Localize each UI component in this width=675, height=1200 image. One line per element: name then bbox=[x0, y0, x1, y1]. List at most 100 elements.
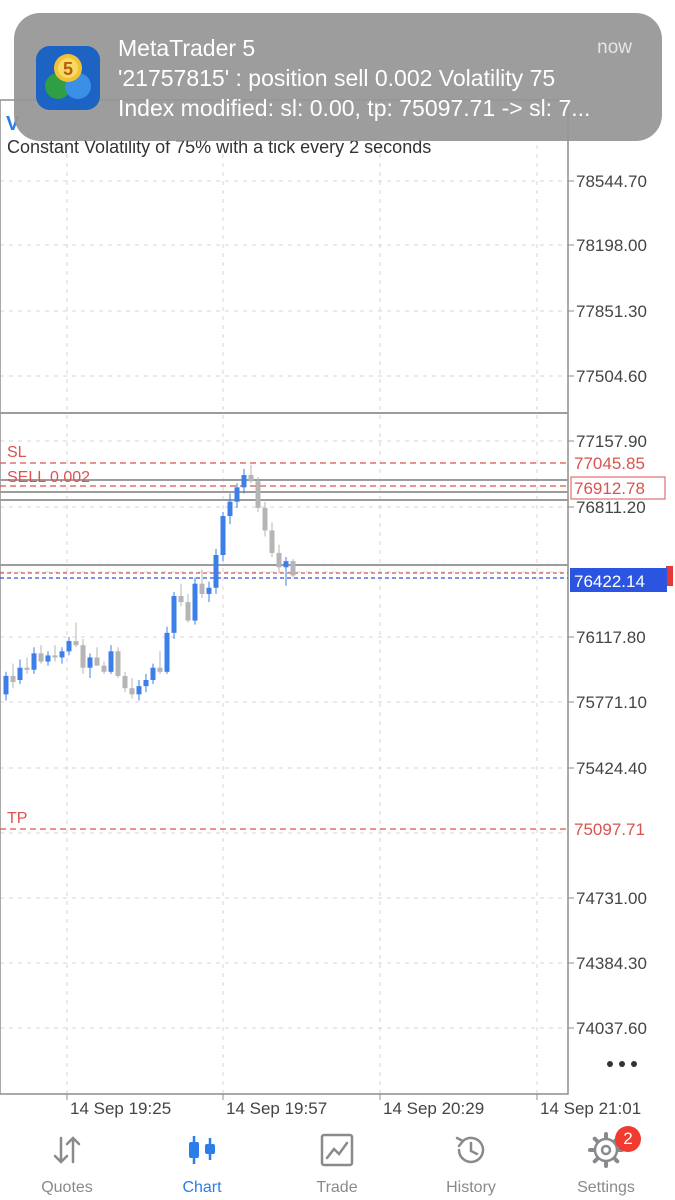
candle bbox=[115, 647, 121, 678]
candle bbox=[290, 559, 296, 578]
time-axis-label: 14 Sep 21:01 bbox=[540, 1099, 641, 1118]
candle bbox=[24, 657, 30, 674]
tp-label: TP bbox=[7, 810, 27, 827]
chart-grid bbox=[0, 100, 568, 1094]
candle bbox=[206, 581, 212, 603]
candle-body bbox=[283, 561, 289, 568]
candle bbox=[283, 557, 289, 586]
price-chart[interactable]: V Constant Volatility of 75% with a tick… bbox=[0, 0, 675, 1124]
candle-body bbox=[290, 561, 296, 576]
candle-body bbox=[52, 655, 58, 658]
candle bbox=[31, 647, 37, 674]
price-axis-label: 75424.40 bbox=[576, 759, 647, 778]
arrows-up-down-icon bbox=[53, 1136, 81, 1164]
candle-body bbox=[31, 653, 37, 670]
tab-settings[interactable]: 2 Settings bbox=[539, 1124, 673, 1200]
notification-title: MetaTrader 5 bbox=[118, 35, 256, 61]
candle-body bbox=[164, 632, 170, 672]
price-axis: 78544.70 78198.00 77851.30 77504.60 77157.90… bbox=[568, 172, 647, 1038]
candle bbox=[3, 671, 9, 701]
sell-label: SELL 0.002 bbox=[7, 469, 90, 486]
candle-body bbox=[150, 667, 156, 681]
candle bbox=[199, 569, 205, 599]
candle-body bbox=[10, 675, 16, 683]
tab-history[interactable]: History bbox=[404, 1124, 538, 1200]
svg-text:5: 5 bbox=[63, 59, 73, 79]
time-axis-label: 14 Sep 19:25 bbox=[70, 1099, 171, 1118]
candle bbox=[213, 548, 219, 594]
price-axis-label: 76811.20 bbox=[576, 498, 646, 517]
candle-body bbox=[248, 475, 254, 482]
candle bbox=[80, 639, 86, 674]
price-axis-label: 76117.80 bbox=[576, 628, 646, 647]
candle-body bbox=[192, 583, 198, 621]
tab-trade[interactable]: Trade bbox=[270, 1124, 404, 1200]
sell-price-tag: 76912.78 bbox=[574, 479, 645, 498]
candle-body bbox=[94, 657, 100, 666]
candle-body bbox=[136, 686, 142, 695]
candle bbox=[192, 577, 198, 625]
tab-chart[interactable]: Chart bbox=[135, 1124, 269, 1200]
candle bbox=[17, 659, 23, 685]
candle bbox=[101, 661, 107, 674]
candle-body bbox=[24, 667, 30, 670]
candle bbox=[164, 626, 170, 674]
candle bbox=[87, 653, 93, 678]
push-notification[interactable]: 5 MetaTrader 5 now '21757815' : position… bbox=[14, 13, 662, 141]
candle-body bbox=[157, 667, 163, 672]
notification-message-line-2: Index modified: sl: 0.00, tp: 75097.71 -… bbox=[118, 95, 591, 121]
candle-body bbox=[101, 665, 107, 672]
metatrader-app-icon: 5 bbox=[36, 46, 100, 110]
candle-body bbox=[227, 501, 233, 517]
candle-body bbox=[220, 516, 226, 555]
time-axis-label: 14 Sep 20:29 bbox=[383, 1099, 484, 1118]
candle bbox=[10, 663, 16, 689]
candle-body bbox=[234, 487, 240, 502]
candle bbox=[38, 645, 44, 664]
tab-label-chart: Chart bbox=[182, 1179, 222, 1196]
candle-body bbox=[38, 653, 44, 662]
candle bbox=[220, 511, 226, 562]
candle-body bbox=[17, 667, 23, 681]
candle bbox=[150, 663, 156, 685]
candle-body bbox=[73, 641, 79, 646]
price-axis-label: 78544.70 bbox=[576, 172, 647, 191]
price-axis-label: 77504.60 bbox=[576, 367, 647, 386]
candlestick-icon bbox=[189, 1136, 215, 1164]
candle bbox=[241, 468, 247, 494]
candle-body bbox=[241, 475, 247, 488]
candle-body bbox=[87, 657, 93, 668]
time-axis: 14 Sep 19:25 14 Sep 19:57 14 Sep 20:29 14 S… bbox=[66, 1094, 641, 1118]
tab-label-settings: Settings bbox=[577, 1179, 635, 1196]
candle bbox=[59, 647, 65, 664]
candle-body bbox=[185, 602, 191, 621]
candle bbox=[122, 671, 128, 693]
candle bbox=[276, 544, 282, 574]
price-axis-label: 75771.10 bbox=[576, 693, 647, 712]
candle-body bbox=[255, 481, 261, 508]
time-axis-label: 14 Sep 19:57 bbox=[226, 1099, 327, 1118]
chart-area[interactable]: V Constant Volatility of 75% with a tick… bbox=[0, 0, 675, 1200]
candle bbox=[185, 593, 191, 623]
candle bbox=[45, 651, 51, 666]
candle bbox=[73, 622, 79, 648]
bid-price-tag: 76422.14 bbox=[574, 572, 645, 591]
tab-quotes[interactable]: Quotes bbox=[0, 1124, 134, 1200]
candle bbox=[178, 583, 184, 607]
candle bbox=[269, 522, 275, 558]
price-axis-label: 74731.00 bbox=[576, 889, 647, 908]
candle bbox=[94, 647, 100, 666]
tab-label-quotes: Quotes bbox=[41, 1179, 93, 1196]
history-clock-icon bbox=[455, 1136, 485, 1164]
candle bbox=[143, 673, 149, 693]
candle bbox=[108, 645, 114, 674]
more-options-icon[interactable] bbox=[605, 1057, 639, 1071]
price-axis-label: 78198.00 bbox=[576, 236, 647, 255]
candle bbox=[227, 493, 233, 525]
candle-body bbox=[143, 680, 149, 687]
candle-body bbox=[276, 552, 282, 568]
candle bbox=[129, 677, 135, 699]
candle-body bbox=[115, 651, 121, 676]
candle bbox=[234, 483, 240, 508]
candle bbox=[52, 645, 58, 662]
